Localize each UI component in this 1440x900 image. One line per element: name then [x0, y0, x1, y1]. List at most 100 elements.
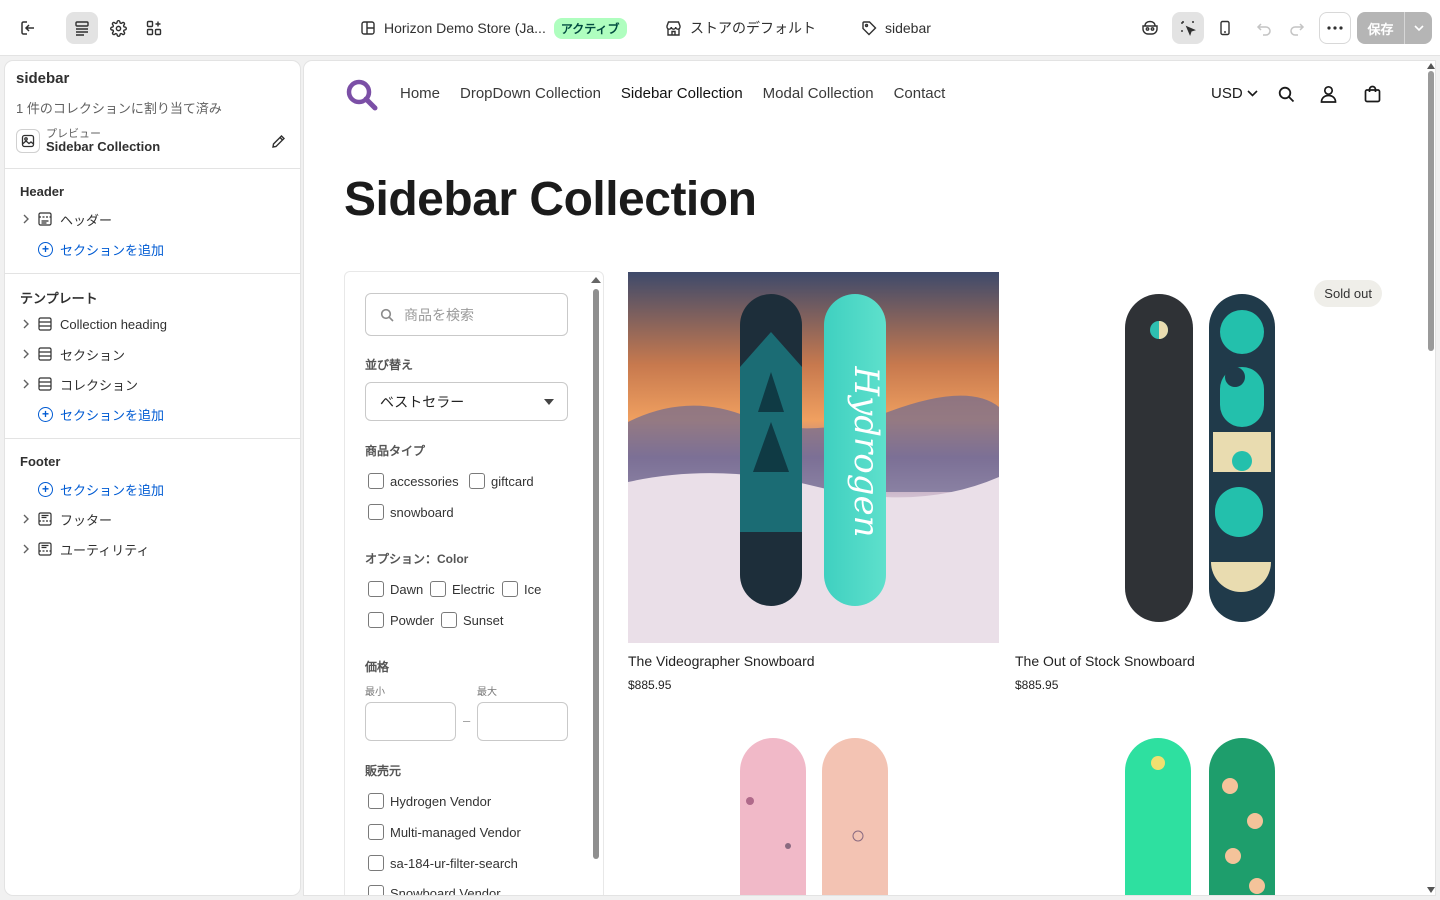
filter-checkbox-hydrogen-vendor[interactable]: Hydrogen Vendor: [368, 793, 491, 809]
checkbox[interactable]: [368, 855, 384, 871]
device-preview-button[interactable]: [1209, 12, 1241, 44]
store-selector[interactable]: Horizon Demo Store (Ja... アクティブ: [360, 0, 627, 56]
add-section-template-button[interactable]: + セクションを追加: [38, 403, 164, 425]
add-section-footer-button[interactable]: + セクションを追加: [38, 478, 164, 500]
filter-checkbox-dawn[interactable]: Dawn: [368, 581, 423, 597]
filter-checkbox-multi-managed-vendor[interactable]: Multi-managed Vendor: [368, 824, 521, 840]
search-icon: [1278, 86, 1294, 102]
product-card[interactable]: Hydrogen The Videographer Snowboard $885…: [628, 272, 999, 692]
filter-checkbox-powder[interactable]: Powder: [368, 612, 434, 628]
filter-scrollbar-thumb[interactable]: [593, 289, 599, 859]
checkbox-label: Electric: [452, 581, 495, 597]
select-element-button[interactable]: [1172, 12, 1204, 44]
chevron-right-icon[interactable]: [20, 379, 32, 389]
checkbox[interactable]: [469, 473, 485, 489]
chevron-right-icon[interactable]: [20, 349, 32, 359]
checkbox[interactable]: [430, 581, 446, 597]
preview-scrollbar[interactable]: [1427, 61, 1435, 895]
template-selector[interactable]: sidebar: [861, 0, 931, 56]
tree-item-collection-heading[interactable]: Collection heading: [20, 311, 167, 337]
gear-icon: [109, 19, 127, 37]
checkbox[interactable]: [368, 612, 384, 628]
nav-link-sidebar-collection[interactable]: Sidebar Collection: [621, 85, 743, 102]
checkbox[interactable]: [368, 885, 384, 895]
chevron-right-icon[interactable]: [20, 214, 32, 224]
edit-preview-button[interactable]: [267, 130, 289, 152]
save-button[interactable]: 保存: [1357, 12, 1404, 44]
filter-checkbox-sa-184[interactable]: sa-184-ur-filter-search: [368, 855, 518, 871]
store-logo[interactable]: [345, 78, 379, 112]
page-title: Sidebar Collection: [344, 173, 757, 226]
product-type-label: 商品タイプ: [365, 444, 426, 458]
sort-select[interactable]: ベストセラー: [365, 382, 568, 421]
filter-scroll-up-arrow[interactable]: [591, 277, 601, 283]
chevron-right-icon[interactable]: [20, 319, 32, 329]
sections-tab-button[interactable]: [66, 12, 98, 44]
filter-checkbox-snowboard[interactable]: snowboard: [368, 504, 454, 520]
price-max-input[interactable]: [477, 702, 568, 741]
tree-item-footer[interactable]: フッター: [20, 506, 112, 532]
filter-checkbox-snowboard-vendor[interactable]: Snowboard Vendor: [368, 885, 501, 895]
apps-button[interactable]: [138, 12, 170, 44]
product-image[interactable]: Hydrogen: [628, 272, 999, 643]
chevron-right-icon[interactable]: [20, 514, 32, 524]
store-name: Horizon Demo Store (Ja...: [384, 20, 546, 36]
tree-item-utility[interactable]: ユーティリティ: [20, 536, 149, 562]
product-image[interactable]: [1015, 726, 1386, 895]
tree-item-section[interactable]: セクション: [20, 341, 125, 367]
checkbox[interactable]: [368, 824, 384, 840]
scroll-down-arrow[interactable]: [1427, 887, 1435, 893]
checkbox[interactable]: [441, 612, 457, 628]
nav-link-contact[interactable]: Contact: [894, 85, 946, 102]
chevron-right-icon[interactable]: [20, 544, 32, 554]
nav-link-dropdown-collection[interactable]: DropDown Collection: [460, 85, 601, 102]
preview-selector[interactable]: プレビュー Sidebar Collection: [16, 124, 289, 158]
product-card[interactable]: Sold out The Out of Stock Snowboard $885…: [1015, 272, 1386, 692]
filter-checkbox-accessories[interactable]: accessories: [368, 473, 459, 489]
product-card[interactable]: [628, 726, 999, 895]
checkbox[interactable]: [368, 504, 384, 520]
theme-selector[interactable]: ストアのデフォルト: [665, 0, 816, 56]
tree-item-collection[interactable]: コレクション: [20, 371, 138, 397]
checkbox-label: accessories: [390, 473, 459, 489]
product-search-input[interactable]: 商品を検索: [365, 293, 568, 336]
store-search-button[interactable]: [1273, 81, 1299, 107]
nav-link-modal-collection[interactable]: Modal Collection: [763, 85, 874, 102]
nav-link-home[interactable]: Home: [400, 85, 440, 102]
filter-checkbox-sunset[interactable]: Sunset: [441, 612, 503, 628]
account-button[interactable]: [1315, 81, 1341, 107]
price-min-input[interactable]: [365, 702, 456, 741]
add-section-header-button[interactable]: + セクションを追加: [38, 238, 164, 260]
product-image[interactable]: [628, 726, 999, 895]
tree-item-label: ユーティリティ: [60, 542, 150, 558]
product-card[interactable]: [1015, 726, 1386, 895]
exit-button[interactable]: [12, 12, 44, 44]
theme-settings-button[interactable]: [102, 12, 134, 44]
product-image[interactable]: Sold out: [1015, 272, 1386, 643]
color-option-label: オプション：Color: [365, 552, 469, 566]
filter-checkbox-electric[interactable]: Electric: [430, 581, 495, 597]
product-title[interactable]: The Out of Stock Snowboard: [1015, 653, 1195, 669]
checkbox[interactable]: [368, 793, 384, 809]
redo-button[interactable]: [1281, 12, 1313, 44]
scrollbar-thumb[interactable]: [1428, 71, 1434, 351]
tree-item-header[interactable]: ヘッダー: [20, 206, 112, 232]
search-icon: [380, 308, 394, 322]
editor-topbar: Horizon Demo Store (Ja... アクティブ ストアのデフォル…: [0, 0, 1440, 56]
checkbox-label: Sunset: [463, 612, 504, 628]
filter-checkbox-ice[interactable]: Ice: [502, 581, 541, 597]
undo-button[interactable]: [1248, 12, 1280, 44]
checkbox[interactable]: [502, 581, 518, 597]
currency-selector[interactable]: USD: [1211, 85, 1258, 102]
more-actions-button[interactable]: [1319, 12, 1351, 44]
save-options-button[interactable]: [1404, 12, 1432, 44]
product-title[interactable]: The Videographer Snowboard: [628, 653, 815, 669]
user-icon: [1320, 85, 1336, 103]
scroll-up-arrow[interactable]: [1427, 63, 1435, 69]
filter-checkbox-giftcard[interactable]: giftcard: [469, 473, 534, 489]
inspector-button[interactable]: [1134, 12, 1166, 44]
checkbox[interactable]: [368, 473, 384, 489]
section-sidebar: sidebar 1 件のコレクションに割り当て済み プレビュー Sidebar …: [5, 61, 300, 895]
cart-button[interactable]: [1359, 81, 1385, 107]
checkbox[interactable]: [368, 581, 384, 597]
